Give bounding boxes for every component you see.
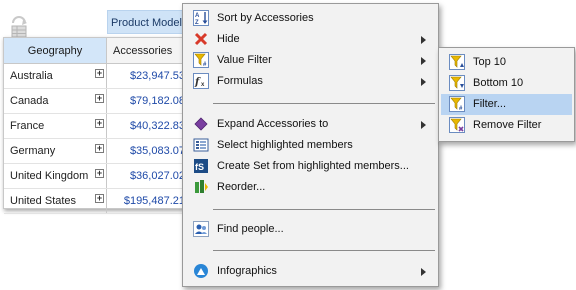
menu-item-create-set[interactable]: fS Create Set from highlighted members..…	[185, 156, 436, 177]
expand-icon	[194, 117, 208, 131]
table-row: Canada + $79,182.08	[4, 89, 187, 114]
expand-icon[interactable]: +	[95, 169, 104, 178]
menu-item-expand-accessories[interactable]: Expand Accessories to	[185, 114, 436, 135]
expand-icon[interactable]: +	[95, 144, 104, 153]
menu-item-hide[interactable]: Hide	[185, 29, 436, 50]
menu-item-label: Infographics	[217, 265, 277, 277]
find-people-icon	[193, 221, 209, 237]
row-label[interactable]: United States	[4, 189, 107, 213]
create-set-icon: fS	[194, 159, 208, 173]
submenu-item-label: Remove Filter	[473, 119, 542, 131]
pivot-layout-icon[interactable]	[10, 14, 28, 38]
menu-separator	[213, 209, 435, 210]
expand-icon[interactable]: +	[95, 69, 104, 78]
pivot-grid: Geography Accessories Australia + $23,94…	[3, 37, 187, 214]
value-cell[interactable]: $40,322.83	[107, 114, 187, 138]
value-filter-icon: #	[193, 52, 209, 68]
submenu-item-label: Bottom 10	[473, 77, 524, 89]
remove-filter-icon	[449, 117, 465, 133]
value-cell[interactable]: $36,027.02	[107, 164, 187, 188]
submenu-item-label: Top 10	[473, 56, 507, 68]
menu-item-sort[interactable]: A Z Sort by Accessories	[185, 8, 436, 29]
submenu-arrow-icon	[421, 57, 426, 65]
submenu-arrow-icon	[421, 78, 426, 86]
menu-item-label: Sort by Accessories	[217, 12, 314, 24]
hide-icon	[194, 32, 208, 46]
reorder-icon	[195, 180, 208, 193]
submenu-item-label: Filter...	[473, 98, 507, 110]
top-10-icon	[449, 54, 465, 70]
menu-item-find-people[interactable]: Find people...	[185, 219, 436, 240]
sort-icon: A Z	[193, 10, 209, 26]
menu-item-label: Value Filter	[217, 54, 272, 66]
submenu-arrow-icon	[421, 36, 426, 44]
table-row: France + $40,322.83	[4, 114, 187, 139]
value-cell[interactable]: $195,487.21	[107, 189, 187, 213]
column-header-product-model[interactable]: Product Model C	[107, 10, 185, 34]
bottom-10-icon	[449, 75, 465, 91]
row-label[interactable]: Australia	[4, 64, 107, 88]
expand-icon[interactable]: +	[95, 119, 104, 128]
menu-separator	[213, 103, 435, 104]
svg-text:Z: Z	[195, 20, 199, 26]
select-members-icon	[193, 138, 209, 152]
expand-icon[interactable]: +	[95, 94, 104, 103]
row-header-geography[interactable]: Geography	[4, 38, 107, 64]
row-label[interactable]: United Kingdom	[4, 164, 107, 188]
submenu-arrow-icon	[421, 121, 426, 129]
submenu-arrow-icon	[421, 268, 426, 276]
menu-item-label: Find people...	[217, 223, 284, 235]
menu-item-label: Reorder...	[217, 181, 266, 193]
menu-separator	[213, 250, 435, 251]
table-row: United Kingdom + $36,027.02	[4, 164, 187, 189]
expand-icon[interactable]: +	[95, 194, 104, 203]
value-filter-submenu: Top 10 Bottom 10 # Filter... Remove Filt…	[438, 47, 575, 142]
menu-item-label: Expand Accessories to	[217, 118, 329, 130]
svg-text:A: A	[195, 13, 200, 19]
row-label[interactable]: Canada	[4, 89, 107, 113]
value-cell[interactable]: $35,083.07	[107, 139, 187, 163]
menu-item-value-filter[interactable]: # Value Filter	[185, 50, 436, 71]
submenu-item-top-10[interactable]: Top 10	[441, 52, 572, 73]
measure-header-accessories[interactable]: Accessories	[107, 38, 187, 64]
menu-item-label: Select highlighted members	[217, 139, 353, 151]
pivot-rows: Australia + $23,947.53 Canada + $79,182.…	[4, 64, 187, 214]
menu-item-label: Create Set from highlighted members...	[217, 160, 409, 172]
filter-icon: #	[449, 96, 465, 112]
menu-item-label: Hide	[217, 33, 240, 45]
row-label[interactable]: France	[4, 114, 107, 138]
row-label[interactable]: Germany	[4, 139, 107, 163]
submenu-item-filter[interactable]: # Filter...	[441, 94, 572, 115]
table-row: Australia + $23,947.53	[4, 64, 187, 89]
svg-text:fS: fS	[195, 162, 204, 172]
formulas-icon: f x	[193, 73, 209, 89]
table-row: United States + $195,487.21	[4, 189, 187, 214]
submenu-item-remove-filter[interactable]: Remove Filter	[441, 115, 572, 136]
submenu-item-bottom-10[interactable]: Bottom 10	[441, 73, 572, 94]
menu-item-label: Formulas	[217, 75, 263, 87]
value-cell[interactable]: $23,947.53	[107, 64, 187, 88]
table-row: Germany + $35,083.07	[4, 139, 187, 164]
menu-item-reorder[interactable]: Reorder...	[185, 177, 436, 198]
context-menu: A Z Sort by Accessories Hide # Value Fil…	[182, 3, 439, 287]
value-cell[interactable]: $79,182.08	[107, 89, 187, 113]
infographics-icon	[194, 264, 208, 278]
menu-item-formulas[interactable]: f x Formulas	[185, 71, 436, 92]
menu-item-infographics[interactable]: Infographics	[185, 261, 436, 282]
menu-item-select-highlighted[interactable]: Select highlighted members	[185, 135, 436, 156]
